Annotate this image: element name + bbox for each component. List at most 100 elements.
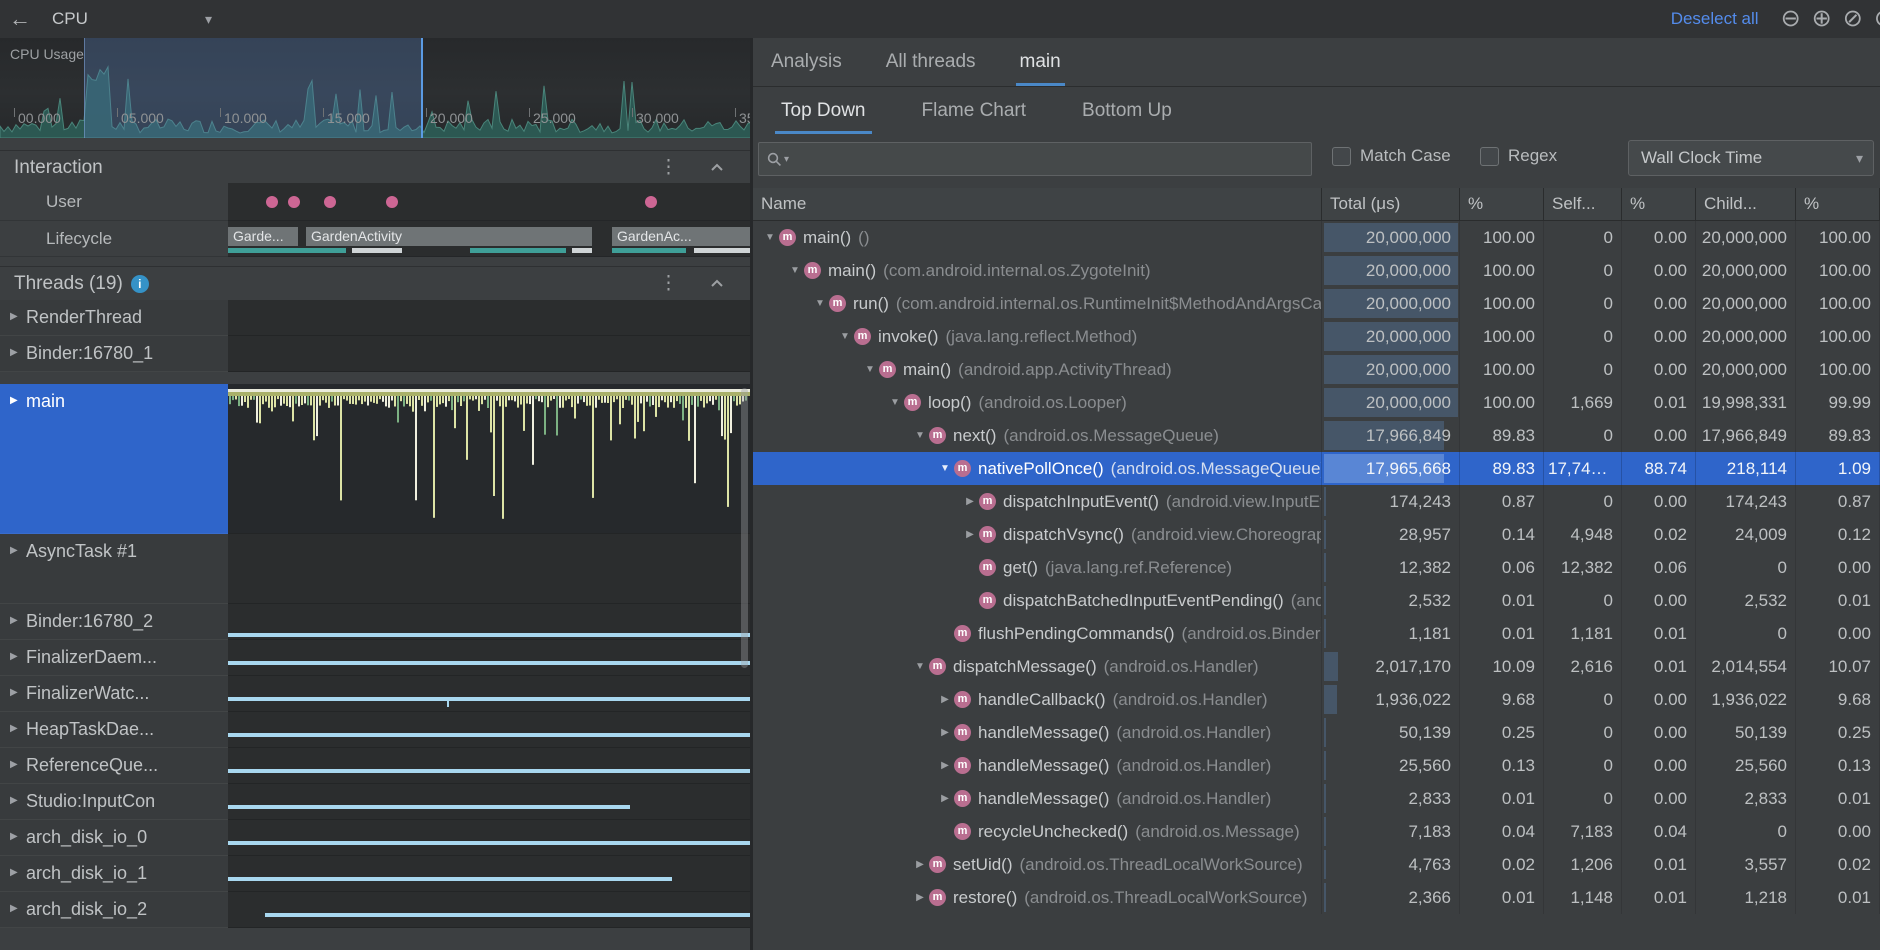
table-row[interactable]: ▼ m main()() 20,000,000 100.00 0 0.00 20,000,00…	[753, 221, 1880, 254]
thread-activity-track[interactable]	[228, 712, 750, 748]
column-header-col6[interactable]: %	[1796, 188, 1880, 220]
table-row[interactable]: ▶ m setUid() (android.os.ThreadLocalWorkSou…	[753, 848, 1880, 881]
table-row[interactable]: ▶ m dispatchInputEvent() (android.view.Inpu…	[753, 485, 1880, 518]
zoom-to-selection-icon[interactable]: ⊙	[1874, 7, 1880, 31]
back-button[interactable]: ←	[0, 6, 40, 32]
tree-toggle-icon[interactable]: ▶	[936, 760, 954, 771]
zoom-in-icon[interactable]: ⊕	[1812, 7, 1832, 31]
regex-checkbox[interactable]: Regex	[1480, 146, 1557, 166]
tab-main[interactable]: main	[1015, 38, 1065, 86]
table-row[interactable]: m flushPendingCommands() (android.os.Binde…	[753, 617, 1880, 650]
thread-row-referenceque-[interactable]: ▶ ReferenceQue...	[0, 748, 750, 784]
thread-row-heaptaskdae-[interactable]: ▶ HeapTaskDae...	[0, 712, 750, 748]
user-event-dot[interactable]	[324, 195, 336, 208]
thread-row-binder-16780-1[interactable]: ▶ Binder:16780_1	[0, 336, 750, 372]
thread-activity-track[interactable]	[228, 892, 750, 928]
tree-toggle-icon[interactable]: ▼	[911, 661, 929, 672]
tree-toggle-icon[interactable]: ▶	[911, 859, 929, 870]
thread-activity-track[interactable]	[228, 640, 750, 676]
kebab-menu-icon[interactable]: ⋮	[659, 156, 678, 179]
user-event-dot[interactable]	[645, 195, 657, 208]
thread-row-renderthread[interactable]: ▶ RenderThread	[0, 300, 750, 336]
table-row[interactable]: m get() (java.lang.ref.Reference) 12,382 0.0…	[753, 551, 1880, 584]
column-header-col5[interactable]: Child...	[1696, 188, 1796, 220]
reset-zoom-icon[interactable]: ⊘	[1843, 7, 1863, 31]
tree-toggle-icon[interactable]: ▼	[861, 364, 879, 375]
user-event-dot[interactable]	[386, 195, 398, 208]
tree-toggle-icon[interactable]: ▼	[761, 232, 779, 243]
thread-activity-track[interactable]	[228, 534, 750, 604]
table-row[interactable]: ▼ m next() (android.os.MessageQueue) 17,966,…	[753, 419, 1880, 452]
search-input[interactable]	[797, 149, 1311, 169]
thread-expand-icon[interactable]: ▶	[10, 343, 26, 358]
interaction-section-header[interactable]: Interaction ⋮	[0, 150, 750, 185]
thread-expand-icon[interactable]: ▶	[10, 791, 26, 806]
tree-toggle-icon[interactable]: ▶	[936, 793, 954, 804]
table-row[interactable]: m dispatchBatchedInputEventPending() (andr…	[753, 584, 1880, 617]
tab-all-threads[interactable]: All threads	[882, 38, 980, 86]
thread-activity-track[interactable]	[228, 856, 750, 892]
deselect-all-link[interactable]: Deselect all	[1671, 9, 1759, 29]
thread-row-arch-disk-io-2[interactable]: ▶ arch_disk_io_2	[0, 892, 750, 928]
collapse-chevron-icon[interactable]	[710, 161, 724, 175]
thread-expand-icon[interactable]: ▶	[10, 541, 26, 556]
subtab-bottom-up[interactable]: Bottom Up	[1076, 87, 1178, 134]
zoom-out-icon[interactable]: ⊖	[1781, 7, 1801, 31]
thread-activity-track[interactable]	[228, 384, 750, 534]
user-event-dot[interactable]	[288, 195, 300, 208]
thread-row-finalizerwatc-[interactable]: ▶ FinalizerWatc...	[0, 676, 750, 712]
tree-toggle-icon[interactable]: ▶	[911, 892, 929, 903]
info-icon[interactable]: i	[130, 274, 149, 293]
column-header-col1[interactable]: Total (μs)	[1322, 188, 1460, 220]
thread-row-finalizerdaem-[interactable]: ▶ FinalizerDaem...	[0, 640, 750, 676]
thread-expand-icon[interactable]: ▶	[10, 647, 26, 662]
thread-expand-icon[interactable]: ▶	[10, 683, 26, 698]
search-history-caret-icon[interactable]: ▾	[784, 154, 789, 165]
thread-expand-icon[interactable]: ▶	[10, 611, 26, 626]
tree-toggle-icon[interactable]: ▶	[936, 694, 954, 705]
thread-expand-icon[interactable]: ▶	[10, 307, 26, 322]
table-row[interactable]: ▼ m nativePollOnce() (android.os.MessageQue…	[753, 452, 1880, 485]
table-row[interactable]: ▶ m handleMessage() (android.os.Handler) 2,8…	[753, 782, 1880, 815]
column-header-col3[interactable]: Self...	[1544, 188, 1622, 220]
tree-toggle-icon[interactable]: ▼	[786, 265, 804, 276]
session-select[interactable]: CPU ▾	[44, 4, 220, 34]
table-row[interactable]: m recycleUnchecked() (android.os.Message) 7…	[753, 815, 1880, 848]
collapse-chevron-icon[interactable]	[710, 277, 724, 291]
table-row[interactable]: ▼ m main() (com.android.internal.os.ZygoteI…	[753, 254, 1880, 287]
lifecycle-segment[interactable]: GardenAc...	[612, 227, 750, 246]
table-row[interactable]: ▼ m invoke() (java.lang.reflect.Method) 20,0…	[753, 320, 1880, 353]
thread-row-arch-disk-io-1[interactable]: ▶ arch_disk_io_1	[0, 856, 750, 892]
column-header-col2[interactable]: %	[1460, 188, 1544, 220]
table-row[interactable]: ▶ m handleMessage() (android.os.Handler) 50,…	[753, 716, 1880, 749]
thread-activity-track[interactable]	[228, 300, 750, 336]
tree-toggle-icon[interactable]: ▼	[811, 298, 829, 309]
thread-row-asynctask-1[interactable]: ▶ AsyncTask #1	[0, 534, 750, 604]
table-row[interactable]: ▶ m restore() (android.os.ThreadLocalWorkSo…	[753, 881, 1880, 914]
thread-activity-track[interactable]	[228, 604, 750, 640]
column-header-name[interactable]: Name	[753, 188, 1322, 220]
thread-row-studio-inputcon[interactable]: ▶ Studio:InputCon	[0, 784, 750, 820]
thread-expand-icon[interactable]: ▶	[10, 827, 26, 842]
table-row[interactable]: ▼ m loop() (android.os.Looper) 20,000,000 100…	[753, 386, 1880, 419]
cpu-usage-chart[interactable]: CPU Usage 00.000 05.000 10.000 15.000 20.000…	[0, 38, 750, 138]
lifecycle-track[interactable]: Garde... GardenActivity GardenAc...	[228, 221, 750, 257]
tree-toggle-icon[interactable]: ▶	[961, 529, 979, 540]
threads-section-header[interactable]: Threads (19) i ⋮	[0, 266, 750, 301]
tree-toggle-icon[interactable]: ▼	[886, 397, 904, 408]
column-header-col4[interactable]: %	[1622, 188, 1696, 220]
tree-toggle-icon[interactable]: ▶	[961, 496, 979, 507]
tab-analysis[interactable]: Analysis	[767, 38, 846, 86]
table-row[interactable]: ▼ m run() (com.android.internal.os.RuntimeI…	[753, 287, 1880, 320]
search-box[interactable]: ▾	[758, 142, 1312, 176]
thread-row-arch-disk-io-0[interactable]: ▶ arch_disk_io_0	[0, 820, 750, 856]
thread-expand-icon[interactable]: ▶	[10, 755, 26, 770]
tree-toggle-icon[interactable]: ▼	[836, 331, 854, 342]
thread-expand-icon[interactable]: ▶	[10, 391, 26, 406]
vertical-scrollbar[interactable]	[741, 388, 748, 668]
table-row[interactable]: ▼ m main() (android.app.ActivityThread) 20,0…	[753, 353, 1880, 386]
user-events-track[interactable]	[228, 183, 750, 221]
thread-row-main[interactable]: ▶ main	[0, 384, 750, 534]
subtab-flame-chart[interactable]: Flame Chart	[916, 87, 1033, 134]
thread-row-binder-16780-2[interactable]: ▶ Binder:16780_2	[0, 604, 750, 640]
